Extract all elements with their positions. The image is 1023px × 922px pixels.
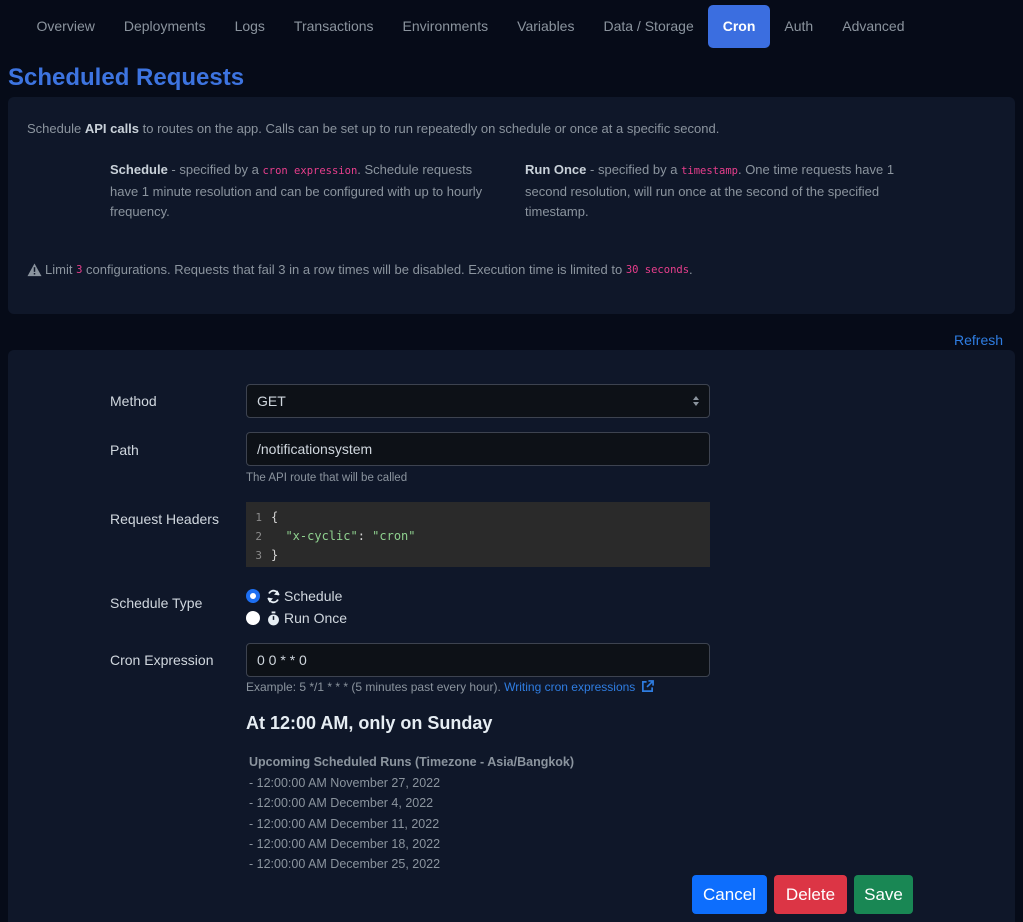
schedule-option-label: Schedule [284,588,343,604]
editor-line: 1 { [246,508,710,527]
tab-logs[interactable]: Logs [220,5,279,48]
header-value: "cron" [372,529,416,543]
tab-data-storage[interactable]: Data / Storage [589,5,708,48]
schedule-radio[interactable] [246,589,260,603]
run-once-radio-option[interactable]: Run Once [246,610,347,626]
info-intro: Schedule API calls to routes on the app.… [27,121,719,136]
upcoming-run-item: - 12:00:00 AM December 11, 2022 [249,816,440,831]
upcoming-title: Upcoming Scheduled Runs (Timezone - Asia… [249,755,575,769]
schedule-type-label: Schedule Type [110,595,203,611]
upcoming-run-item: - 12:00:00 AM December 4, 2022 [249,796,434,811]
cron-help: Example: 5 */1 * * * (5 minutes past eve… [246,680,654,694]
refresh-link[interactable]: Refresh [954,332,1003,348]
run-once-radio[interactable] [246,611,260,625]
tab-auth[interactable]: Auth [770,5,828,48]
method-select[interactable]: GET [246,384,710,418]
upcoming-runs: Upcoming Scheduled Runs (Timezone - Asia… [249,755,574,874]
tab-transactions[interactable]: Transactions [279,5,388,48]
cron-form: Method GET Path /notificationsystem The … [8,350,1015,922]
upcoming-run-item: - 12:00:00 AM December 25, 2022 [249,857,441,872]
line-number: 3 [255,549,262,562]
run-once-desc-code: timestamp [681,165,738,177]
method-value: GET [257,393,286,409]
editor-line: 3 } [246,546,710,565]
line-text: { [271,510,279,524]
tab-environments[interactable]: Environments [388,5,503,48]
upcoming-run-item: - 12:00:00 AM November 27, 2022 [249,776,441,790]
path-value: /notificationsystem [257,441,373,457]
external-link-icon[interactable] [641,680,654,693]
schedule-desc-title: Schedule [110,162,168,177]
nav-tabs: Overview Deployments Logs Transactions E… [22,5,919,48]
cancel-button[interactable]: Cancel [692,875,767,914]
path-input[interactable]: /notificationsystem [246,432,710,466]
tab-deployments[interactable]: Deployments [109,5,220,48]
line-text: "x-cyclic": "cron" [271,527,416,546]
line-text: } [271,548,279,562]
path-help: The API route that will be called [246,472,408,484]
page-title: Scheduled Requests [8,64,245,91]
limit-text-post: . [689,262,693,277]
schedule-desc-code: cron expression [262,165,358,177]
tab-advanced[interactable]: Advanced [828,5,919,48]
cron-label: Cron Expression [110,652,214,668]
header-sep: : [357,529,373,543]
limit-text-mid: configurations. Requests that fail 3 in … [86,262,623,277]
cron-value: 0 0 * * 0 [257,652,307,668]
limit-text-pre: Limit [45,262,73,277]
run-once-description: Run Once - specified by a timestamp. One… [525,160,895,223]
select-arrows-icon [693,396,699,406]
limit-time: 30 seconds [625,263,690,276]
tab-cron[interactable]: Cron [708,5,770,48]
intro-bold: API calls [84,121,140,136]
run-once-desc-pre: - specified by a [586,162,682,177]
sync-icon [267,589,280,603]
header-key: "x-cyclic" [271,529,358,543]
intro-text-pre: Schedule [27,121,85,136]
cron-docs-link[interactable]: Writing cron expressions [504,680,635,694]
line-number: 1 [255,511,262,524]
tab-variables[interactable]: Variables [503,5,589,48]
save-button[interactable]: Save [854,875,913,914]
cron-human-readable: At 12:00 AM, only on Sunday [246,713,493,733]
path-label: Path [110,442,139,458]
intro-text-post: to routes on the app. Calls can be set u… [139,121,720,136]
run-once-desc-title: Run Once [525,162,587,177]
cron-help-text: Example: 5 */1 * * * (5 minutes past eve… [246,680,501,694]
schedule-description: Schedule - specified by a cron expressio… [110,160,496,223]
limit-notice: Limit 3 configurations. Requests that fa… [27,262,693,277]
limit-count: 3 [76,263,83,276]
tab-overview[interactable]: Overview [22,5,109,48]
upcoming-run-item: - 12:00:00 AM December 18, 2022 [249,836,441,851]
info-panel: Schedule API calls to routes on the app.… [8,97,1015,314]
schedule-radio-option[interactable]: Schedule [246,588,342,604]
delete-button[interactable]: Delete [774,875,847,914]
editor-line: 2 "x-cyclic": "cron" [246,527,710,546]
warning-triangle-icon [27,262,42,276]
line-number: 2 [255,530,262,543]
run-once-option-label: Run Once [284,610,348,626]
stopwatch-icon [268,610,279,625]
cron-expression-input[interactable]: 0 0 * * 0 [246,643,710,677]
schedule-desc-pre: - specified by a [167,162,263,177]
headers-editor[interactable]: 1 { 2 "x-cyclic": "cron" 3 } [246,502,710,567]
method-label: Method [110,393,157,409]
headers-label: Request Headers [110,511,219,527]
